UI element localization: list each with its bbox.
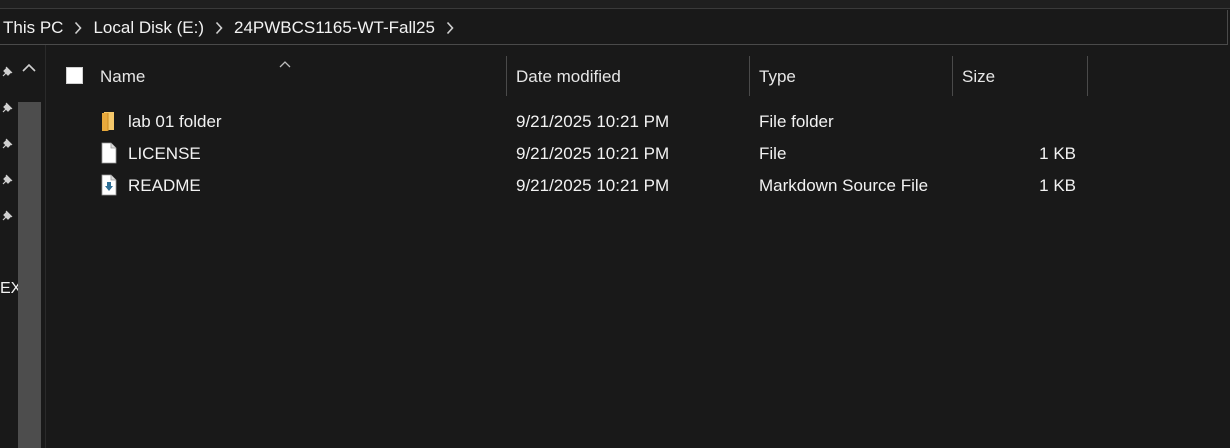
address-bar[interactable]: This PC Local Disk (E:) 24PWBCS1165-WT-F… [0, 10, 1228, 45]
pin-icon[interactable] [0, 101, 14, 115]
chevron-up-icon[interactable] [21, 61, 37, 73]
chevron-right-icon[interactable] [66, 10, 90, 45]
pin-icon[interactable] [0, 173, 14, 187]
column-header-name[interactable]: Name [100, 67, 145, 87]
file-name[interactable]: lab 01 folder [128, 112, 222, 132]
column-divider[interactable] [952, 56, 953, 96]
window-top-strip [0, 0, 1230, 9]
markdown-file-icon [100, 173, 118, 197]
column-divider[interactable] [506, 56, 507, 96]
file-icon [100, 141, 118, 165]
sort-ascending-icon [279, 55, 291, 68]
file-type: File [759, 144, 787, 163]
column-header-size[interactable]: Size [962, 67, 995, 87]
chevron-right-icon[interactable] [207, 10, 231, 45]
column-headers: Name Date modified Type Size [46, 45, 1230, 96]
column-divider[interactable] [1087, 56, 1088, 96]
top-edge-line [0, 8, 1230, 9]
file-type: Markdown Source File [759, 176, 929, 195]
column-divider[interactable] [749, 56, 750, 96]
pin-icon[interactable] [0, 65, 14, 79]
column-header-type[interactable]: Type [759, 67, 796, 87]
chevron-right-icon[interactable] [438, 10, 462, 45]
nav-pane-scrollbar[interactable] [18, 102, 41, 448]
file-date-modified: 9/21/2025 10:21 PM [516, 144, 670, 163]
file-type: File folder [759, 112, 834, 131]
breadcrumb-current-folder[interactable]: 24PWBCS1165-WT-Fall25 [231, 18, 438, 38]
nav-item-partial-label[interactable]: EX [0, 280, 18, 298]
navigation-pane[interactable]: EX [0, 45, 46, 448]
breadcrumb: This PC Local Disk (E:) 24PWBCS1165-WT-F… [0, 10, 462, 45]
file-name[interactable]: LICENSE [128, 144, 201, 164]
file-row[interactable]: lab 01 folder 9/21/2025 10:21 PM File fo… [46, 106, 1230, 138]
folder-icon [100, 109, 118, 133]
file-row[interactable]: LICENSE 9/21/2025 10:21 PM File 1 KB [46, 138, 1230, 170]
column-header-date-modified[interactable]: Date modified [516, 67, 621, 87]
file-size: 1 KB [1039, 144, 1076, 163]
breadcrumb-this-pc[interactable]: This PC [0, 18, 66, 38]
breadcrumb-local-disk[interactable]: Local Disk (E:) [90, 18, 207, 38]
file-row[interactable]: README 9/21/2025 10:21 PM Markdown Sourc… [46, 170, 1230, 202]
file-date-modified: 9/21/2025 10:21 PM [516, 112, 670, 131]
file-date-modified: 9/21/2025 10:21 PM [516, 176, 670, 195]
pin-icon[interactable] [0, 137, 14, 151]
file-size: 1 KB [1039, 176, 1076, 195]
select-all-checkbox[interactable] [66, 67, 83, 84]
file-name[interactable]: README [128, 176, 201, 196]
pin-icon[interactable] [0, 209, 14, 223]
